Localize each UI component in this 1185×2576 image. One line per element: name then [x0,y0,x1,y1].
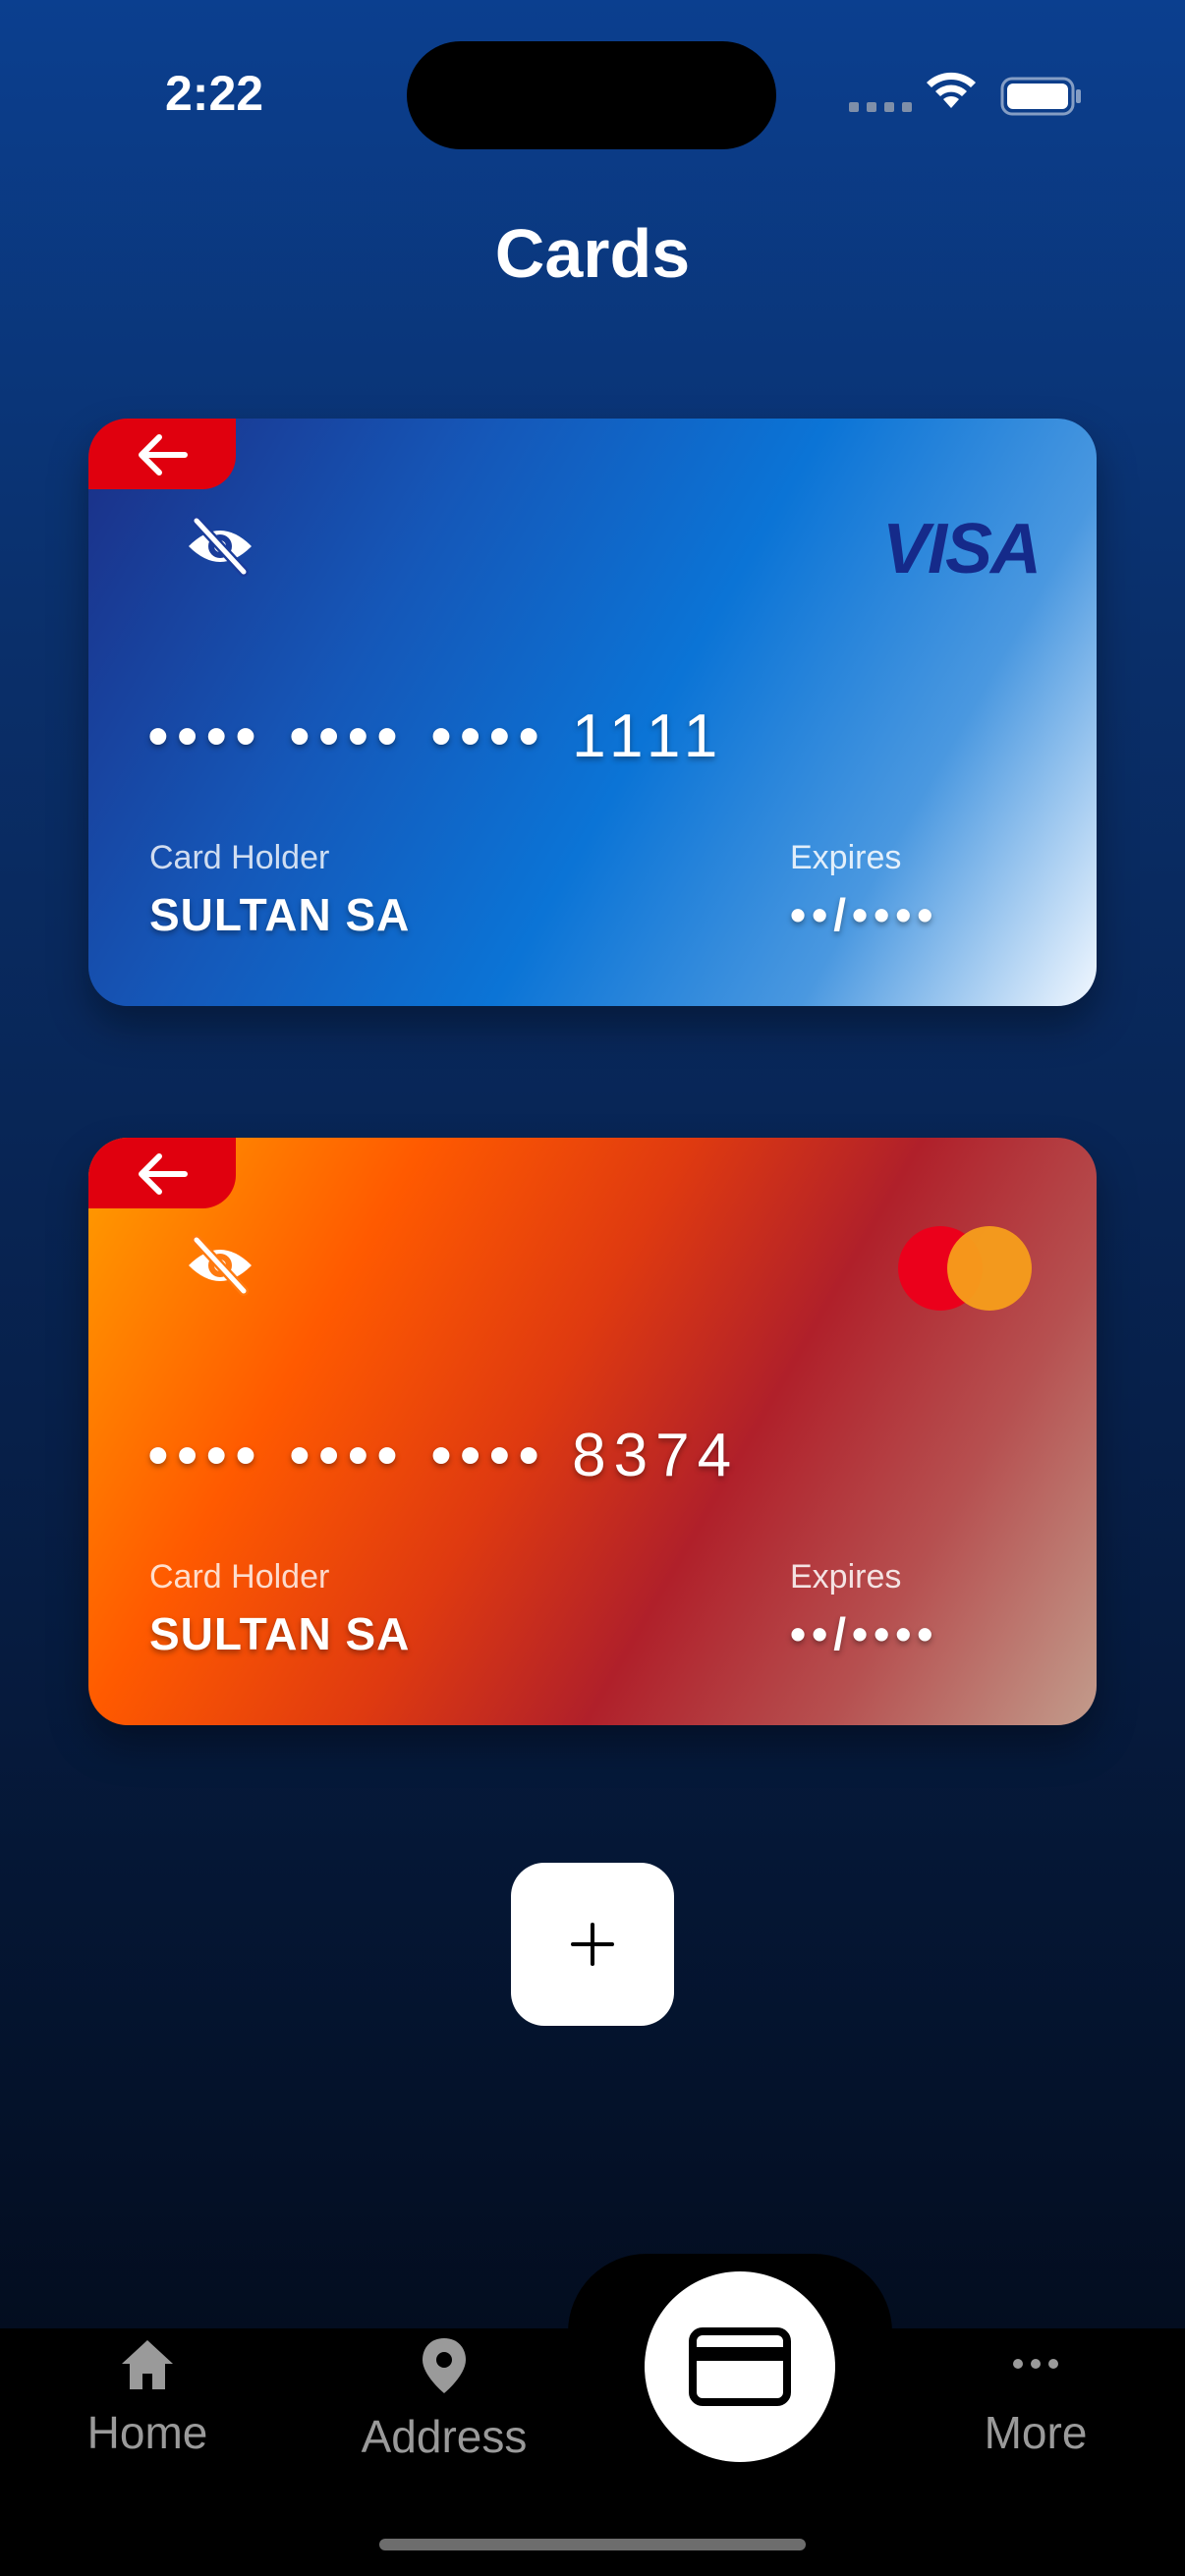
tab-address[interactable]: Address [326,2336,562,2463]
status-time: 2:22 [165,66,264,121]
expires-label: Expires [790,1558,902,1596]
card-back-button[interactable] [88,419,236,489]
card-holder-label: Card Holder [149,839,330,876]
expires-label: Expires [790,839,902,876]
battery-icon [1000,77,1081,116]
dynamic-island [407,41,776,149]
arrow-left-icon [139,1153,188,1195]
card-holder-name: SULTAN SA [149,1608,411,1659]
visa-logo: VISA [881,510,1042,588]
tab-home[interactable]: Home [29,2336,265,2459]
arrow-left-icon [139,434,188,476]
more-dots-icon [1013,2359,1058,2369]
status-bar: 2:22 [0,0,1185,196]
expires-value: ••/•••• [790,889,939,940]
card-holder-name: SULTAN SA [149,889,411,940]
home-icon [122,2340,173,2389]
card-number: •••• •••• •••• 8374 [147,1422,740,1489]
card-back-button[interactable] [88,1138,236,1208]
tab-home-label: Home [86,2407,208,2458]
page-title: Cards [494,215,691,292]
tab-more[interactable]: More [918,2336,1154,2459]
card-holder-label: Card Holder [149,1558,330,1596]
eye-slash-icon[interactable] [183,1234,257,1297]
location-pin-icon [423,2338,466,2393]
expires-value: ••/•••• [790,1608,939,1659]
eye-slash-icon[interactable] [183,515,257,578]
mastercard-logo [898,1226,1032,1311]
add-card-button[interactable] [511,1863,674,2026]
visa-card[interactable]: VISA •••• •••• •••• 1111 Card Holder SUL… [88,419,1097,1006]
home-indicator [379,2539,806,2550]
card-number: •••• •••• •••• 1111 [147,702,726,770]
credit-card-icon [689,2327,791,2406]
plus-icon [571,1923,614,1966]
mastercard-card[interactable]: •••• •••• •••• 8374 Card Holder SULTAN S… [88,1138,1097,1725]
tab-cards[interactable] [645,2271,835,2462]
tab-address-label: Address [361,2411,528,2462]
tab-more-label: More [984,2407,1088,2458]
wifi-icon [927,72,976,108]
cellular-signal-icon [849,102,912,112]
